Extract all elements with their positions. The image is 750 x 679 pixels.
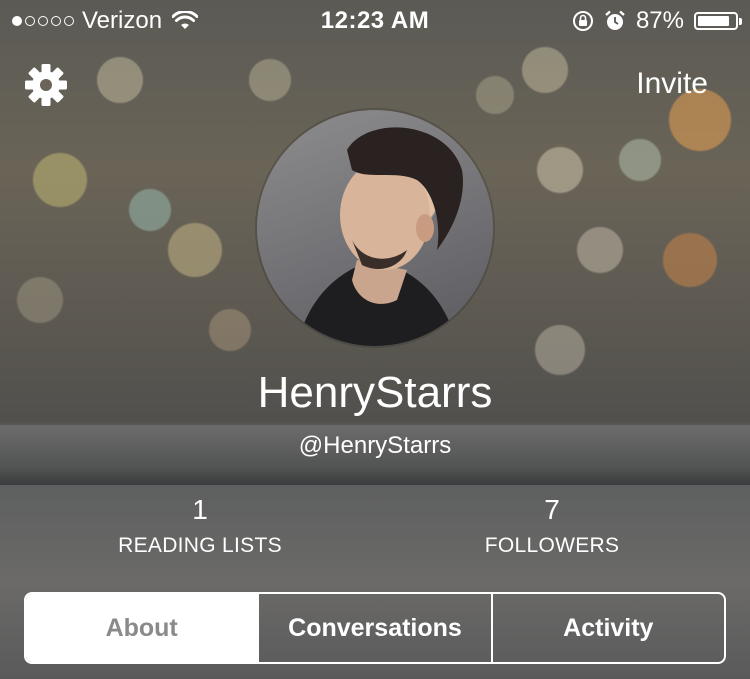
alarm-icon bbox=[605, 10, 625, 30]
avatar[interactable] bbox=[257, 110, 493, 346]
reading-lists-stat[interactable]: 1 READING LISTS bbox=[50, 494, 350, 558]
status-bar: Verizon 12:23 AM 87% bbox=[0, 0, 750, 40]
status-right: 87% bbox=[572, 7, 742, 35]
tab-activity[interactable]: Activity bbox=[490, 594, 724, 662]
tab-conversations[interactable]: Conversations bbox=[257, 594, 490, 662]
username-handle: @HenryStarrs bbox=[298, 432, 452, 459]
battery-fill bbox=[698, 16, 730, 26]
followers-stat[interactable]: 7 FOLLOWERS bbox=[402, 494, 702, 558]
battery-icon bbox=[694, 12, 742, 30]
battery-percent: 87% bbox=[635, 7, 684, 34]
avatar-portrait bbox=[297, 127, 463, 346]
rotation-lock-icon bbox=[572, 11, 593, 31]
display-name: HenryStarrs bbox=[257, 368, 493, 417]
profile-tabs: About Conversations Activity bbox=[24, 592, 726, 664]
profile-screen: Verizon 12:23 AM 87% Invite HenryStarrs … bbox=[0, 0, 750, 679]
invite-button[interactable]: Invite bbox=[636, 67, 708, 101]
reading-lists-count: 1 bbox=[192, 494, 208, 525]
tab-about[interactable]: About bbox=[26, 594, 258, 662]
followers-label: FOLLOWERS bbox=[484, 534, 620, 557]
followers-count: 7 bbox=[544, 494, 560, 525]
gear-icon[interactable] bbox=[24, 63, 68, 107]
reading-lists-label: READING LISTS bbox=[118, 534, 282, 557]
